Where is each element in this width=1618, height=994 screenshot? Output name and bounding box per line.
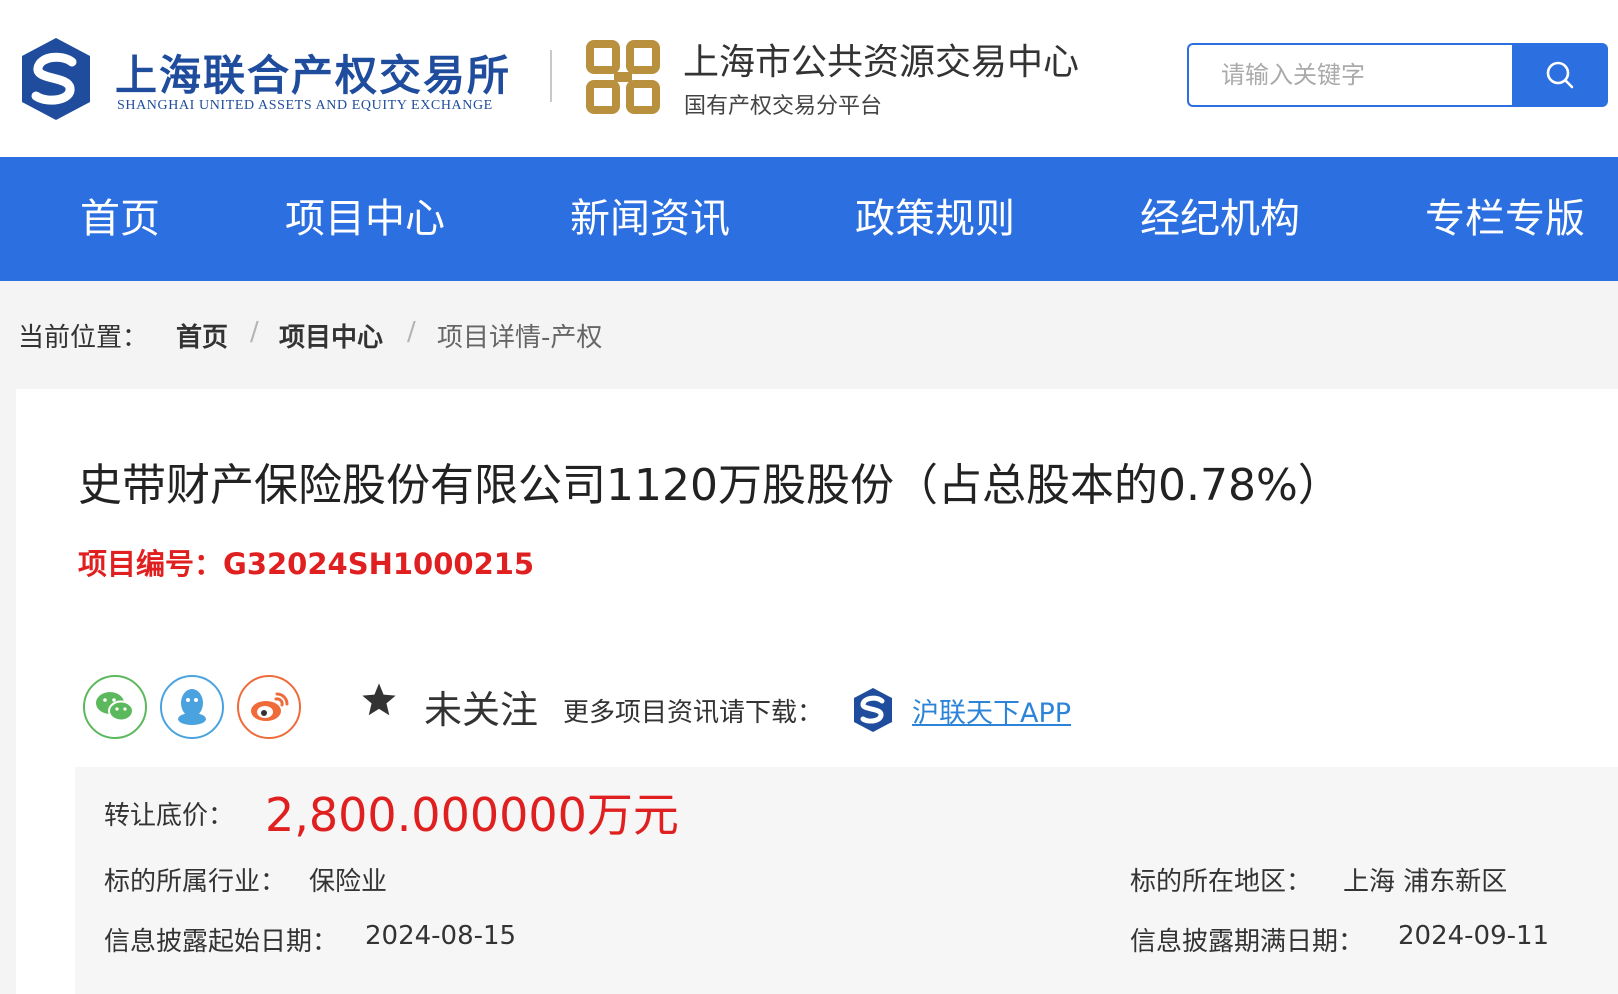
- search-icon: [1546, 61, 1574, 89]
- region-row: 标的所在地区：: [1130, 861, 1312, 898]
- site-header: 上海联合产权交易所 SHANGHAI UNITED ASSETS AND EQU…: [0, 0, 1618, 157]
- price-value-row: 2,800.000000万元: [265, 779, 679, 845]
- start-date-row: 信息披露起始日期：: [104, 921, 338, 958]
- region-label: 标的所在地区：: [1130, 867, 1313, 897]
- breadcrumb-current: 项目详情-产权: [437, 323, 603, 353]
- project-details: 转让底价： 2,800.000000万元 标的所属行业： 保险业 标的所在地区：…: [75, 767, 1618, 994]
- breadcrumb-label: 当前位置：: [18, 323, 149, 353]
- project-title: 史带财产保险股份有限公司1120万股股份（占总股本的0.78%）: [78, 460, 1342, 511]
- breadcrumb: 当前位置： 首页 / 项目中心 / 项目详情-产权: [0, 281, 1618, 389]
- public-resource-subtitle: 国有产权交易分平台: [684, 94, 883, 119]
- share-weibo-button[interactable]: [237, 675, 301, 739]
- end-date-label: 信息披露期满日期：: [1130, 927, 1365, 957]
- breadcrumb-separator: /: [407, 317, 416, 347]
- end-date-value: 2024-09-11: [1398, 921, 1550, 951]
- region-value: 上海 浦东新区: [1343, 867, 1508, 897]
- region-value-row: 上海 浦东新区: [1343, 861, 1507, 898]
- breadcrumb-home[interactable]: 首页: [176, 317, 228, 354]
- header-divider: [550, 50, 552, 102]
- nav-item-projects[interactable]: 项目中心: [285, 157, 445, 281]
- breadcrumb-projects[interactable]: 项目中心: [279, 317, 383, 354]
- search-input[interactable]: [1189, 45, 1513, 105]
- public-resource-title: 上海市公共资源交易中心: [683, 42, 1080, 83]
- industry-row: 标的所属行业：: [104, 861, 286, 898]
- brand-name-en: SHANGHAI UNITED ASSETS AND EQUITY EXCHAN…: [117, 98, 493, 113]
- weibo-icon: [251, 692, 289, 721]
- share-wechat-button[interactable]: [83, 675, 147, 739]
- app-logo-icon: [854, 688, 892, 732]
- search-button[interactable]: [1512, 43, 1608, 107]
- price-label: 转让底价：: [104, 801, 235, 831]
- industry-label: 标的所属行业：: [104, 867, 287, 897]
- project-card: 史带财产保险股份有限公司1120万股股份（占总股本的0.78%） 项目编号：G3…: [16, 389, 1618, 994]
- project-code: 项目编号：G32024SH1000215: [78, 541, 534, 583]
- qq-icon: [178, 689, 206, 725]
- start-date-value-row: 2024-08-15: [365, 921, 516, 951]
- star-icon[interactable]: [360, 681, 398, 719]
- end-date-row: 信息披露期满日期：: [1130, 921, 1364, 958]
- public-resource-logo-icon[interactable]: [584, 38, 662, 116]
- project-code-label: 项目编号：: [78, 547, 224, 581]
- brand-name-cn: 上海联合产权交易所: [115, 51, 512, 100]
- start-date-value: 2024-08-15: [365, 921, 517, 951]
- main-nav: 首页 项目中心 新闻资讯 政策规则 经纪机构 专栏专版: [0, 157, 1618, 281]
- nav-item-home[interactable]: 首页: [80, 157, 160, 281]
- share-qq-button[interactable]: [160, 675, 224, 739]
- app-download-link[interactable]: 沪联天下APP: [912, 691, 1071, 730]
- industry-value-row: 保险业: [309, 861, 387, 898]
- breadcrumb-separator: /: [250, 317, 259, 347]
- wechat-icon: [96, 692, 134, 722]
- project-code-value: G32024SH1000215: [223, 547, 535, 581]
- start-date-label: 信息披露起始日期：: [104, 927, 339, 957]
- industry-value: 保险业: [309, 867, 388, 897]
- nav-item-news[interactable]: 新闻资讯: [570, 157, 730, 281]
- end-date-value-row: 2024-09-11: [1398, 921, 1549, 951]
- download-prompt: 更多项目资讯请下载：: [563, 698, 824, 728]
- price-value: 2,800.000000万元: [265, 788, 679, 842]
- nav-item-brokers[interactable]: 经纪机构: [1140, 157, 1300, 281]
- page-gutter: [0, 389, 16, 994]
- follow-status[interactable]: 未关注: [424, 679, 538, 734]
- search-field: [1187, 43, 1513, 107]
- suaee-logo-icon[interactable]: [18, 36, 94, 122]
- nav-item-columns[interactable]: 专栏专版: [1425, 157, 1585, 281]
- nav-item-policies[interactable]: 政策规则: [855, 157, 1015, 281]
- price-row: 转让底价：: [104, 795, 234, 832]
